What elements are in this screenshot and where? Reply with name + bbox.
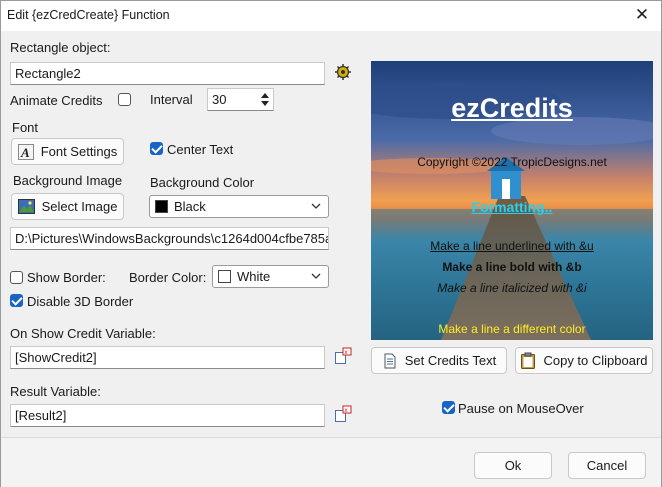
dialog-footer [1, 437, 661, 487]
object-picker-icon[interactable] [334, 63, 352, 81]
disable-3d-border-checkbox[interactable] [10, 294, 23, 307]
svg-text:x: x [344, 349, 348, 356]
border-color-label: Border Color: [129, 270, 207, 285]
preview-underline-line: Make a line underlined with &u [430, 239, 594, 253]
preview-title: ezCredits [451, 93, 573, 123]
svg-text:x: x [344, 407, 348, 414]
preview-formatting: Formatting.. [471, 199, 553, 215]
clipboard-icon [521, 352, 536, 369]
dialog-window: Edit {ezCredCreate} Function ✕ Rectangle… [0, 0, 662, 487]
cancel-label: Cancel [586, 458, 628, 473]
svg-text:A: A [20, 145, 30, 160]
variable-picker-icon[interactable]: x [334, 405, 352, 423]
animate-credits-checkbox[interactable] [118, 93, 131, 106]
preview-bold-line: Make a line bold with &b [442, 260, 582, 274]
credits-preview[interactable]: ezCredits Copyright ©2022 TropicDesigns.… [371, 61, 653, 340]
close-icon[interactable]: ✕ [629, 3, 655, 27]
chevron-down-icon [311, 273, 321, 279]
font-label: Font [12, 120, 39, 135]
border-color-value: White [237, 269, 271, 284]
preview-italic-line: Make a line italicized with &i [437, 281, 587, 295]
result-variable-label: Result Variable: [10, 384, 101, 399]
background-color-dropdown[interactable]: Black [149, 195, 329, 218]
border-color-swatch [218, 270, 231, 283]
ok-button[interactable]: Ok [474, 452, 552, 479]
set-credits-text-button[interactable]: Set Credits Text [371, 347, 507, 374]
animate-credits-label: Animate Credits [10, 93, 103, 108]
interval-value: 30 [212, 92, 227, 107]
background-image-label: Background Image [13, 173, 123, 188]
window-title: Edit {ezCredCreate} Function [7, 8, 170, 22]
image-icon [17, 199, 35, 214]
copy-to-clipboard-label: Copy to Clipboard [543, 353, 648, 368]
show-credit-variable-field[interactable]: [ShowCredit2] [10, 346, 325, 369]
font-settings-label: Font Settings [40, 144, 118, 159]
background-color-swatch [155, 200, 168, 213]
show-border-checkbox[interactable] [10, 271, 23, 284]
select-image-label: Select Image [41, 199, 118, 214]
font-icon: A [17, 143, 34, 160]
center-text-checkbox[interactable] [150, 142, 163, 155]
background-color-label: Background Color [150, 175, 255, 190]
border-color-dropdown[interactable]: White [212, 265, 329, 288]
pause-on-mouseover-checkbox[interactable] [442, 401, 455, 414]
chevron-down-icon [311, 203, 321, 209]
document-icon [384, 353, 396, 368]
preview-copyright: Copyright ©2022 TropicDesigns.net [417, 155, 607, 169]
interval-label: Interval [150, 92, 193, 107]
preview-color-line: Make a line a different color [438, 322, 586, 336]
font-settings-button[interactable]: A Font Settings [11, 138, 124, 165]
rectangle-object-field[interactable]: Rectangle2 [10, 62, 325, 85]
show-border-label: Show Border: [27, 270, 106, 285]
select-image-button[interactable]: Select Image [11, 193, 124, 220]
interval-spinner[interactable]: 30 [207, 88, 274, 111]
pause-on-mouseover-label: Pause on MouseOver [458, 401, 584, 416]
title-bar: Edit {ezCredCreate} Function ✕ [1, 1, 661, 31]
result-variable-field[interactable]: [Result2] [10, 404, 325, 427]
show-credit-variable-label: On Show Credit Variable: [10, 326, 156, 341]
rectangle-object-label: Rectangle object: [10, 40, 111, 55]
copy-to-clipboard-button[interactable]: Copy to Clipboard [515, 347, 653, 374]
cancel-button[interactable]: Cancel [568, 452, 646, 479]
image-path-field[interactable]: D:\Pictures\WindowsBackgrounds\c1264d004… [10, 227, 329, 250]
disable-3d-border-label: Disable 3D Border [27, 294, 134, 309]
set-credits-text-label: Set Credits Text [404, 353, 497, 368]
variable-picker-icon[interactable]: x [334, 347, 352, 365]
spinner-arrows-icon[interactable] [260, 91, 270, 108]
background-color-value: Black [174, 199, 206, 214]
ok-label: Ok [504, 458, 522, 473]
center-text-label: Center Text [167, 142, 234, 157]
